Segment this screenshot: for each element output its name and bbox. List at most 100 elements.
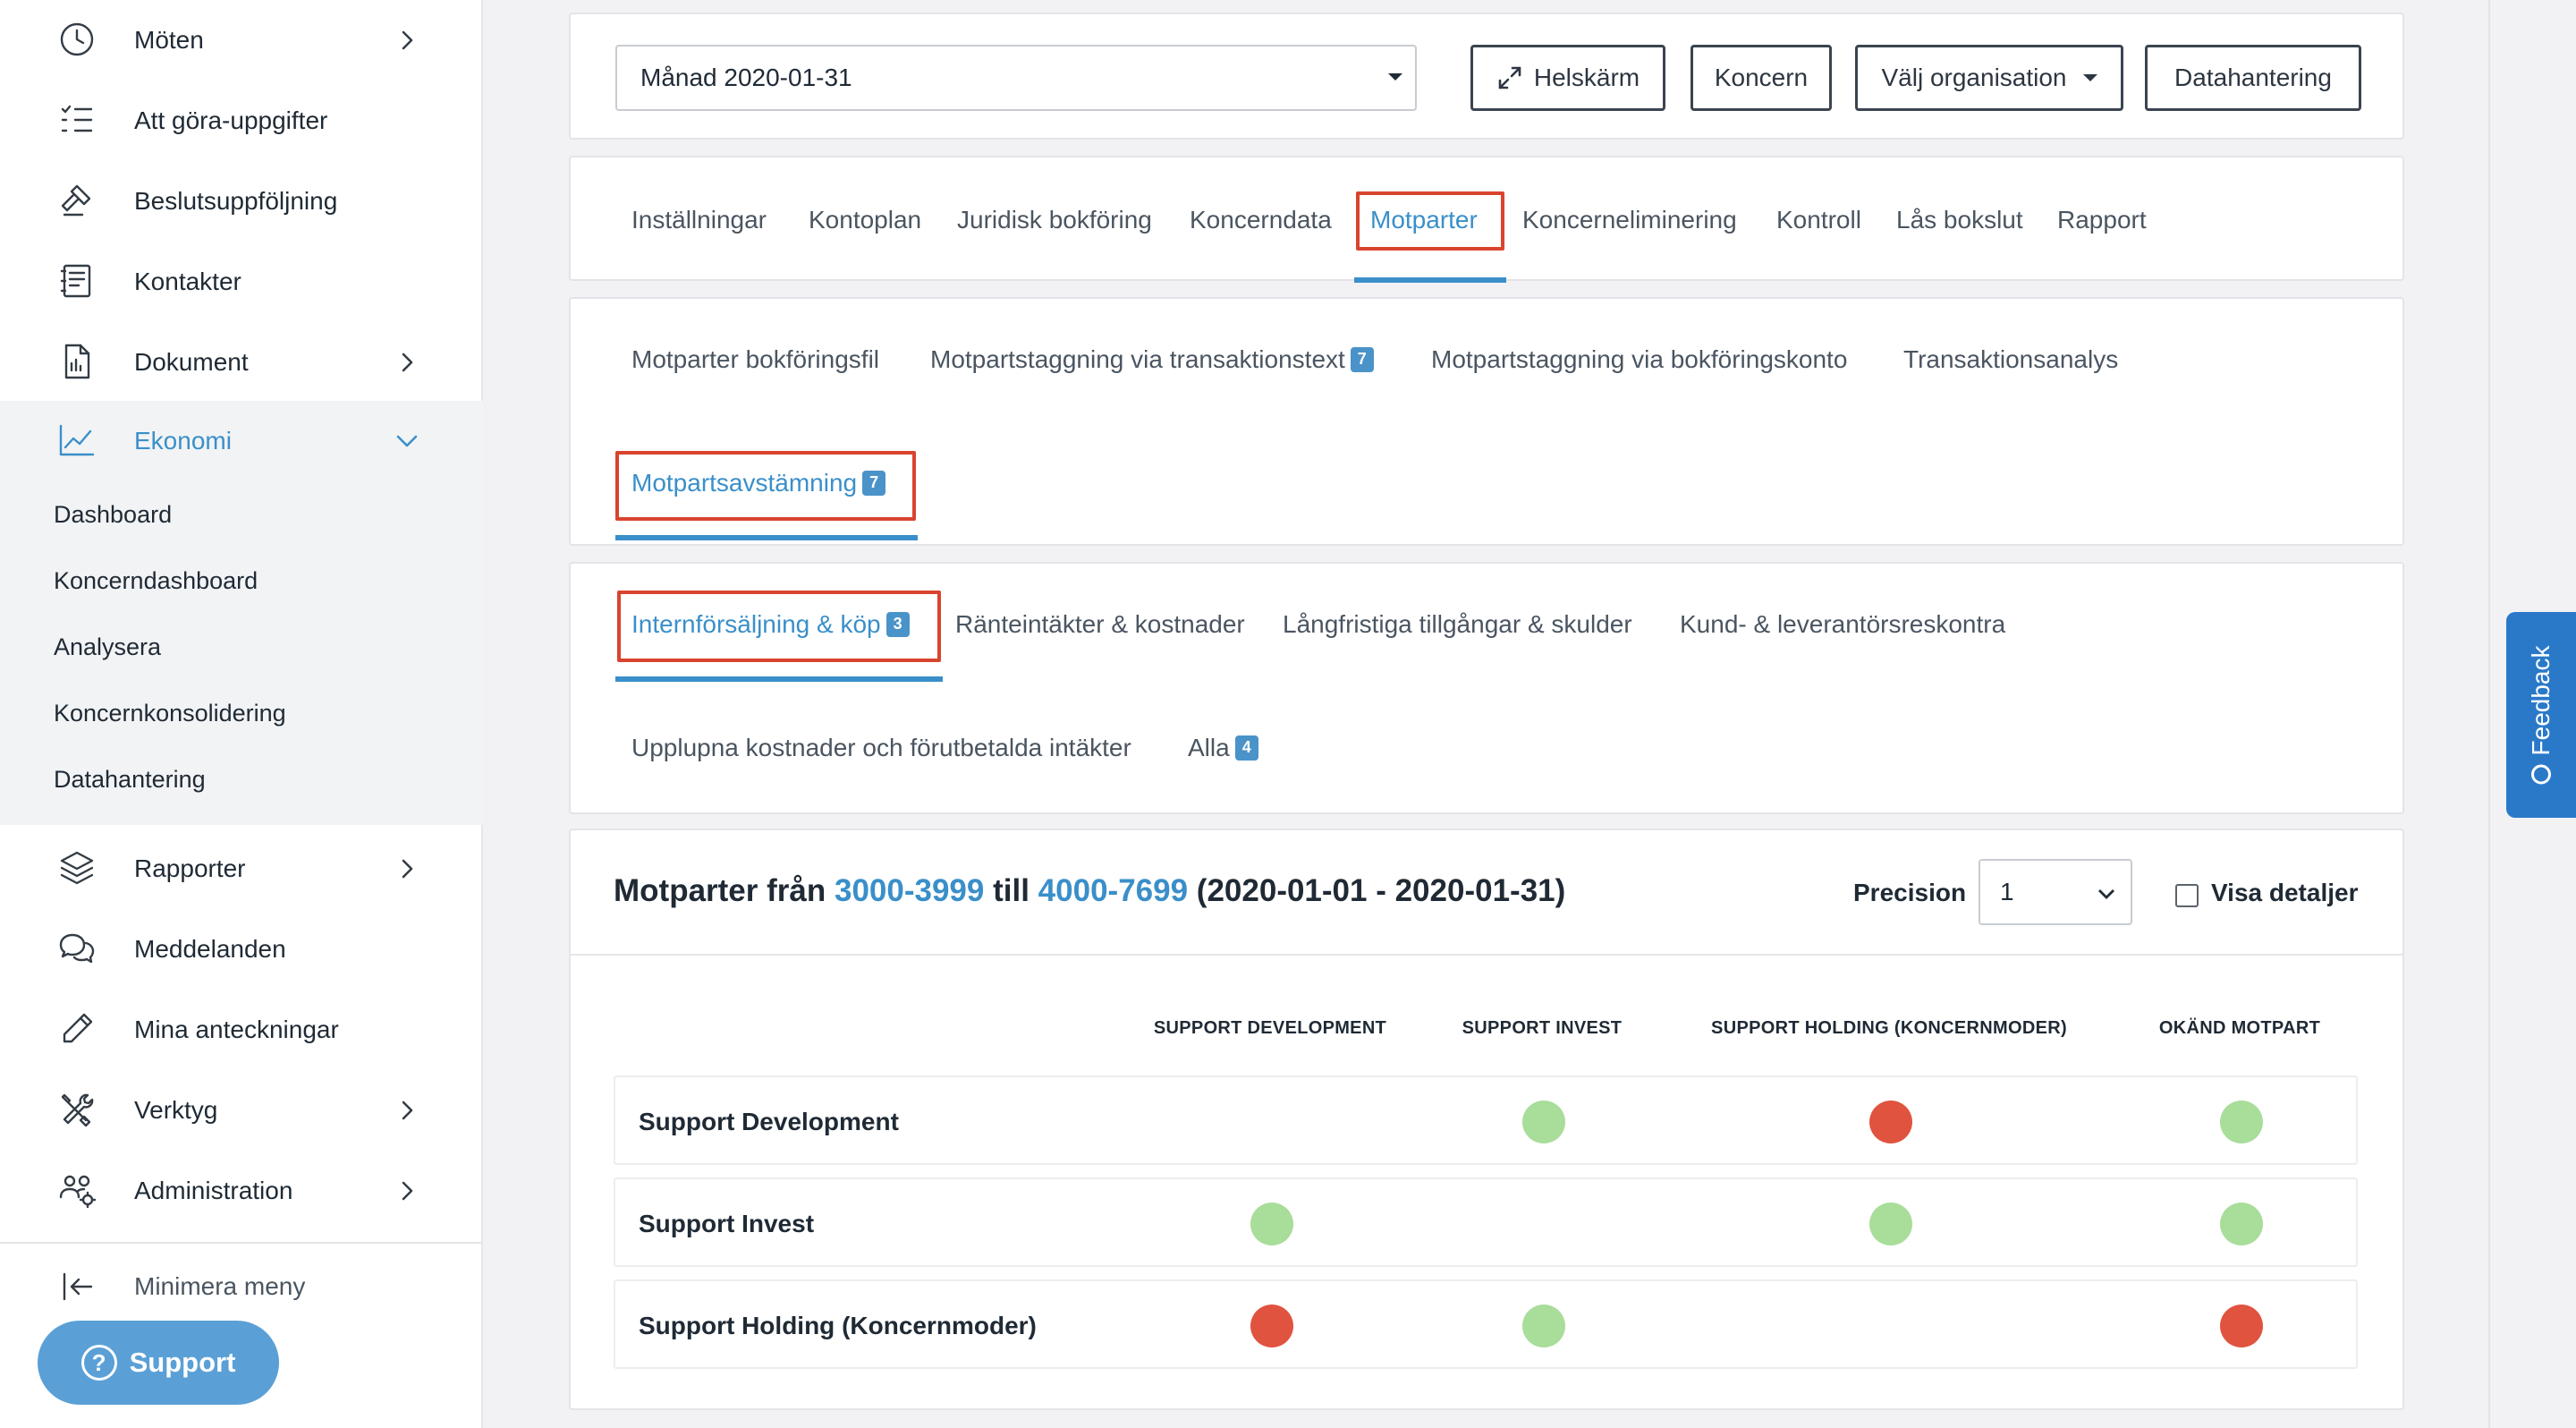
status-dot-ok[interactable]: [2220, 1101, 2263, 1143]
chat-bubbles-icon: [55, 927, 98, 970]
subtab-motparter-bokforingsfil[interactable]: Motparter bokföringsfil: [631, 345, 879, 374]
tools-icon: [55, 1088, 98, 1131]
tab-koncerneliminering[interactable]: Koncerneliminering: [1522, 206, 1737, 234]
sidebar: Möten Att göra-uppgifter Beslutsuppföljn…: [0, 0, 483, 1428]
chevron-down-icon: [2098, 889, 2114, 899]
ekonomi-sub-koncernkonsolidering[interactable]: Koncernkonsolidering: [54, 700, 286, 727]
tab-kontroll[interactable]: Kontroll: [1776, 206, 1861, 234]
period-select[interactable]: Månad 2020-01-31: [615, 45, 1417, 111]
support-button[interactable]: ? Support: [38, 1321, 279, 1405]
precision-value: 1: [2000, 878, 2014, 905]
cattab-internforsaljning[interactable]: Internförsäljning & köp 3: [631, 610, 910, 639]
range-from-link[interactable]: 3000-3999: [835, 873, 984, 908]
cattab-ranteintakter[interactable]: Ränteintäkter & kostnader: [955, 610, 1245, 639]
clock-icon: [55, 18, 98, 61]
tab-installningar[interactable]: Inställningar: [631, 206, 767, 234]
subtab-transaktionsanalys[interactable]: Transaktionsanalys: [1903, 345, 2118, 374]
tab-motparter[interactable]: Motparter: [1370, 206, 1478, 234]
sidebar-item-mina-anteckningar[interactable]: Mina anteckningar: [0, 990, 483, 1070]
precision-label: Precision: [1853, 879, 1967, 906]
title-mid: till: [993, 873, 1030, 908]
sidebar-item-meddelanden[interactable]: Meddelanden: [0, 909, 483, 990]
sidebar-item-kontakter[interactable]: Kontakter: [0, 242, 483, 322]
count-badge: 3: [886, 611, 910, 637]
feedback-text: Feedback: [2527, 646, 2555, 785]
count-badge: 7: [1350, 346, 1374, 372]
datahantering-label: Datahantering: [2174, 64, 2332, 91]
datahantering-button[interactable]: Datahantering: [2145, 45, 2361, 111]
show-details-label: Visa detaljer: [2211, 879, 2359, 906]
ekonomi-sub-dashboard[interactable]: Dashboard: [54, 501, 172, 529]
sidebar-item-att-gora[interactable]: Att göra-uppgifter: [0, 81, 483, 161]
main-tabs-panel: Inställningar Kontoplan Juridisk bokföri…: [569, 156, 2404, 283]
sidebar-item-rapporter[interactable]: Rapporter: [0, 829, 483, 909]
caret-down-icon: [2082, 74, 2097, 81]
subtab-label: Motpartstaggning via transaktionstext: [930, 345, 1345, 373]
column-header: OKÄND MOTPART: [2158, 1018, 2321, 1038]
sidebar-item-beslutsuppfoljning[interactable]: Beslutsuppföljning: [0, 161, 483, 242]
caret-down-icon: [1388, 73, 1402, 81]
period-select-value: Månad 2020-01-31: [640, 64, 852, 91]
status-dot-error[interactable]: [2220, 1305, 2263, 1347]
title-prefix: Motparter från: [614, 873, 826, 908]
status-dot-ok[interactable]: [1869, 1203, 1912, 1245]
sidebar-item-dokument[interactable]: Dokument: [0, 322, 483, 403]
sidebar-item-label: Möten: [134, 26, 204, 54]
cattab-upplupna[interactable]: Upplupna kostnader och förutbetalda intä…: [631, 734, 1131, 762]
koncern-button[interactable]: Koncern: [1690, 45, 1832, 111]
sidebar-item-administration[interactable]: Administration: [0, 1151, 483, 1231]
subtab-motpartsavstamning[interactable]: Motpartsavstämning 7: [631, 469, 886, 497]
sidebar-item-ekonomi[interactable]: Ekonomi: [0, 401, 483, 481]
status-dot-ok[interactable]: [2220, 1203, 2263, 1245]
range-to-link[interactable]: 4000-7699: [1038, 873, 1188, 908]
cattab-label: Internförsäljning & köp: [631, 610, 881, 638]
checklist-icon: [55, 98, 98, 141]
sidebar-divider: [0, 1242, 483, 1244]
sidebar-item-verktyg[interactable]: Verktyg: [0, 1070, 483, 1151]
status-dot-error[interactable]: [1250, 1305, 1293, 1347]
sidebar-item-moten[interactable]: Möten: [0, 0, 483, 81]
subtab-motpartstaggning-bokforingskonto[interactable]: Motpartstaggning via bokföringskonto: [1431, 345, 1847, 374]
cattab-alla[interactable]: Alla 4: [1188, 734, 1258, 762]
cattab-label: Alla: [1188, 734, 1230, 761]
minimize-menu-label: Minimera meny: [134, 1272, 306, 1300]
status-dot-error[interactable]: [1869, 1101, 1912, 1143]
fullscreen-button[interactable]: Helskärm: [1470, 45, 1665, 111]
tab-las-bokslut[interactable]: Lås bokslut: [1896, 206, 2023, 234]
tab-kontoplan[interactable]: Kontoplan: [809, 206, 921, 234]
feedback-tab[interactable]: Feedback: [2506, 612, 2576, 818]
select-organisation-label: Välj organisation: [1881, 64, 2067, 91]
show-details-checkbox[interactable]: [2175, 884, 2199, 907]
minimize-menu-button[interactable]: Minimera meny: [0, 1251, 483, 1322]
cattab-langfristiga[interactable]: Långfristiga tillgångar & skulder: [1283, 610, 1632, 639]
tab-juridisk-bokforing[interactable]: Juridisk bokföring: [957, 206, 1152, 234]
status-dot-ok[interactable]: [1250, 1203, 1293, 1245]
tab-koncerndata[interactable]: Koncerndata: [1190, 206, 1332, 234]
sidebar-item-label: Att göra-uppgifter: [134, 106, 328, 134]
support-label: Support: [129, 1347, 236, 1378]
active-tab-indicator: [615, 676, 943, 682]
status-dot-ok[interactable]: [1522, 1101, 1565, 1143]
chevron-right-icon: [394, 1097, 420, 1124]
ekonomi-sub-koncerndashboard[interactable]: Koncerndashboard: [54, 567, 258, 595]
sidebar-item-label: Kontakter: [134, 268, 242, 295]
select-organisation-dropdown[interactable]: Välj organisation: [1855, 45, 2123, 111]
status-dot-ok[interactable]: [1522, 1305, 1565, 1347]
subtab-motpartstaggning-transaktionstext[interactable]: Motpartstaggning via transaktionstext 7: [930, 345, 1374, 374]
cattab-kund-leverantor[interactable]: Kund- & leverantörsreskontra: [1680, 610, 2005, 639]
collapse-left-icon: [55, 1265, 98, 1308]
line-chart-icon: [55, 419, 98, 462]
sidebar-item-label: Rapporter: [134, 854, 246, 882]
matrix-header: Motparter från 3000-3999 till 4000-7699 …: [571, 830, 2402, 956]
row-label: Support Holding (Koncernmoder): [639, 1312, 1037, 1339]
precision-select[interactable]: 1: [1979, 859, 2132, 925]
sidebar-item-label: Mina anteckningar: [134, 1016, 339, 1043]
ekonomi-sub-analysera[interactable]: Analysera: [54, 633, 161, 661]
ekonomi-sub-datahantering[interactable]: Datahantering: [54, 766, 206, 794]
table-row: Support Holding (Koncernmoder): [614, 1279, 2358, 1369]
tab-rapport[interactable]: Rapport: [2057, 206, 2147, 234]
document-icon: [55, 340, 98, 383]
chevron-right-icon: [394, 1177, 420, 1204]
subtab-label: Motpartsavstämning: [631, 469, 858, 497]
sidebar-item-label: Administration: [134, 1177, 293, 1204]
